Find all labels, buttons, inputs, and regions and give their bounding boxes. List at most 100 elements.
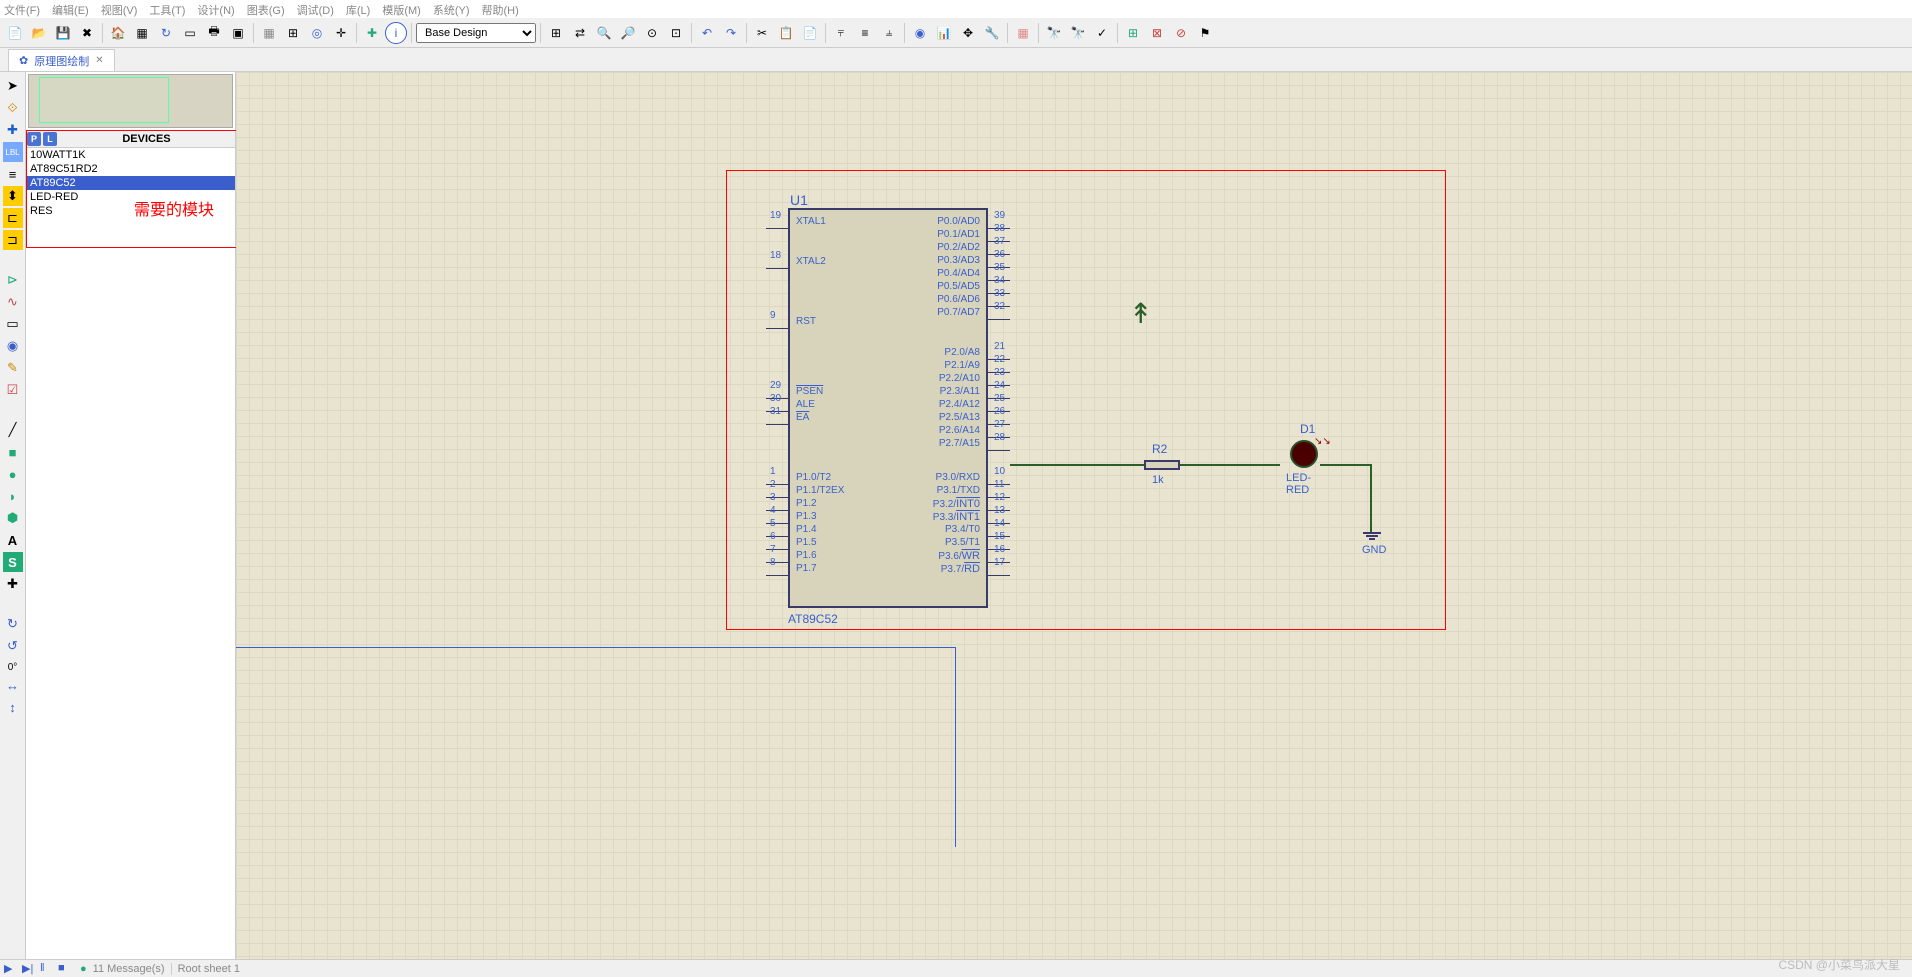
plus-icon[interactable]: ✚ bbox=[361, 22, 383, 44]
align-mid-icon[interactable]: ≡ bbox=[854, 22, 876, 44]
area-icon[interactable]: ▣ bbox=[227, 22, 249, 44]
move-icon[interactable]: ✥ bbox=[957, 22, 979, 44]
menu-item[interactable]: 系统(Y) bbox=[433, 2, 470, 16]
tape-tool-icon[interactable]: ▭ bbox=[3, 314, 23, 334]
terminal-tool-icon[interactable]: ⊐ bbox=[3, 230, 23, 250]
menu-item[interactable]: 库(L) bbox=[346, 2, 370, 16]
pick-button[interactable]: P bbox=[27, 132, 41, 146]
target-icon[interactable]: ◎ bbox=[306, 22, 328, 44]
zoom-out-icon[interactable]: 🔎 bbox=[617, 22, 639, 44]
status-messages[interactable]: 11 Message(s) bbox=[93, 963, 165, 975]
save-icon[interactable]: 💾 bbox=[52, 22, 74, 44]
transfer-icon[interactable]: ⇄ bbox=[569, 22, 591, 44]
align-top-icon[interactable]: ⫧ bbox=[830, 22, 852, 44]
compile-icon[interactable]: ▦ bbox=[1012, 22, 1034, 44]
chart-icon[interactable]: 📊 bbox=[933, 22, 955, 44]
menu-item[interactable]: 帮助(H) bbox=[482, 2, 519, 16]
instrument-tool-icon[interactable]: ☑ bbox=[3, 380, 23, 400]
tab-schematic[interactable]: ✿ 原理图绘制 ✕ bbox=[8, 49, 115, 71]
menu-item[interactable]: 文件(F) bbox=[4, 2, 40, 16]
power-arrow-icon[interactable]: ↟ bbox=[1129, 297, 1152, 330]
zoom-area-icon[interactable]: ⊡ bbox=[665, 22, 687, 44]
ground-symbol[interactable]: GND bbox=[1362, 532, 1386, 556]
rotate-ccw-icon[interactable]: ↺ bbox=[3, 636, 23, 656]
layer-icon[interactable]: ⊞ bbox=[282, 22, 304, 44]
text-tool-icon[interactable]: A bbox=[3, 530, 23, 550]
marker-tool-icon[interactable]: ✚ bbox=[3, 574, 23, 594]
flip-v-icon[interactable]: ↕ bbox=[3, 697, 23, 717]
print-icon[interactable]: 🖶 bbox=[203, 22, 225, 44]
paste-icon[interactable]: 📄 bbox=[799, 22, 821, 44]
close-icon[interactable]: ✖ bbox=[76, 22, 98, 44]
select-tool-icon[interactable]: ➤ bbox=[3, 76, 23, 96]
circle-tool-icon[interactable]: ● bbox=[3, 464, 23, 484]
text-script-icon[interactable]: ≡ bbox=[3, 164, 23, 184]
design-select[interactable]: Base Design bbox=[416, 23, 536, 43]
warn-icon[interactable]: ⊘ bbox=[1170, 22, 1192, 44]
pin[interactable]: 32P0.7/AD7 bbox=[988, 313, 1010, 326]
menu-item[interactable]: 模版(M) bbox=[382, 2, 421, 16]
menu-item[interactable]: 视图(V) bbox=[101, 2, 138, 16]
copy-icon[interactable]: 📋 bbox=[775, 22, 797, 44]
schematic-icon[interactable]: ▦ bbox=[131, 22, 153, 44]
step-icon[interactable]: ▶| bbox=[22, 962, 38, 976]
replace-icon[interactable]: 🔭 bbox=[1067, 22, 1089, 44]
add-green-icon[interactable]: ⊞ bbox=[1122, 22, 1144, 44]
arc-tool-icon[interactable]: ◗ bbox=[3, 486, 23, 506]
device-item[interactable]: AT89C52 bbox=[26, 176, 235, 190]
play-icon[interactable]: ▶ bbox=[4, 962, 20, 976]
info-icon[interactable]: i bbox=[385, 22, 407, 44]
pin[interactable]: 28P2.7/A15 bbox=[988, 444, 1010, 457]
new-file-icon[interactable]: 📄 bbox=[4, 22, 26, 44]
group1-icon[interactable]: ⊞ bbox=[545, 22, 567, 44]
device-item[interactable]: 10WATT1K bbox=[26, 148, 235, 162]
flip-h-icon[interactable]: ↔ bbox=[3, 675, 23, 695]
component-tool-icon[interactable]: ⟐ bbox=[3, 98, 23, 118]
pin[interactable]: 18XTAL2 bbox=[766, 262, 788, 275]
undo-icon[interactable]: ↶ bbox=[696, 22, 718, 44]
graph-tool-icon[interactable]: ∿ bbox=[3, 292, 23, 312]
subcircuit-tool-icon[interactable]: ⊏ bbox=[3, 208, 23, 228]
junction-tool-icon[interactable]: ✚ bbox=[3, 120, 23, 140]
probe-tool-icon[interactable]: ✎ bbox=[3, 358, 23, 378]
zoom-in-icon[interactable]: 🔍 bbox=[593, 22, 615, 44]
net-icon[interactable]: ◉ bbox=[909, 22, 931, 44]
menu-item[interactable]: 图表(G) bbox=[247, 2, 285, 16]
open-file-icon[interactable]: 📂 bbox=[28, 22, 50, 44]
bus-tool-icon[interactable]: ⬍ bbox=[3, 186, 23, 206]
path-tool-icon[interactable]: ⬢ bbox=[3, 508, 23, 528]
verify-icon[interactable]: ✓ bbox=[1091, 22, 1113, 44]
box-tool-icon[interactable]: ■ bbox=[3, 442, 23, 462]
pin[interactable]: 31EA bbox=[766, 418, 788, 431]
resistor-r2[interactable]: R2 1k bbox=[1144, 460, 1180, 470]
library-button[interactable]: L bbox=[43, 132, 57, 146]
pin[interactable]: 9RST bbox=[766, 322, 788, 335]
zoom-fit-icon[interactable]: ⊙ bbox=[641, 22, 663, 44]
menu-item[interactable]: 工具(T) bbox=[149, 2, 185, 16]
grid-icon[interactable]: ▦ bbox=[258, 22, 280, 44]
search-icon[interactable]: 🔭 bbox=[1043, 22, 1065, 44]
schematic-canvas[interactable]: U1 AT89C52 19XTAL118XTAL29RST29PSEN30ALE… bbox=[236, 72, 1912, 959]
generator-tool-icon[interactable]: ◉ bbox=[3, 336, 23, 356]
rotate-cw-icon[interactable]: ↻ bbox=[3, 614, 23, 634]
home-icon[interactable]: 🏠 bbox=[107, 22, 129, 44]
tools-icon[interactable]: 🔧 bbox=[981, 22, 1003, 44]
tab-close-icon[interactable]: ✕ bbox=[95, 55, 103, 66]
cut-icon[interactable]: ✂ bbox=[751, 22, 773, 44]
menu-item[interactable]: 设计(N) bbox=[197, 2, 234, 16]
pause-icon[interactable]: ‖ bbox=[40, 962, 56, 976]
flag-icon[interactable]: ⚑ bbox=[1194, 22, 1216, 44]
refresh-icon[interactable]: ↻ bbox=[155, 22, 177, 44]
line-tool-icon[interactable]: ╱ bbox=[3, 420, 23, 440]
pin[interactable]: 19XTAL1 bbox=[766, 222, 788, 235]
label-tool-icon[interactable]: LBL bbox=[3, 142, 23, 162]
del-red-icon[interactable]: ⊠ bbox=[1146, 22, 1168, 44]
pin[interactable]: 8P1.7 bbox=[766, 569, 788, 582]
overview-window[interactable] bbox=[28, 74, 233, 128]
page-icon[interactable]: ▭ bbox=[179, 22, 201, 44]
stop-icon[interactable]: ■ bbox=[58, 962, 74, 976]
device-list[interactable]: 10WATT1KAT89C51RD2AT89C52LED-REDRES bbox=[26, 148, 235, 959]
menu-item[interactable]: 编辑(E) bbox=[52, 2, 89, 16]
pin-tool-icon[interactable]: ⊳ bbox=[3, 270, 23, 290]
device-item[interactable]: AT89C51RD2 bbox=[26, 162, 235, 176]
